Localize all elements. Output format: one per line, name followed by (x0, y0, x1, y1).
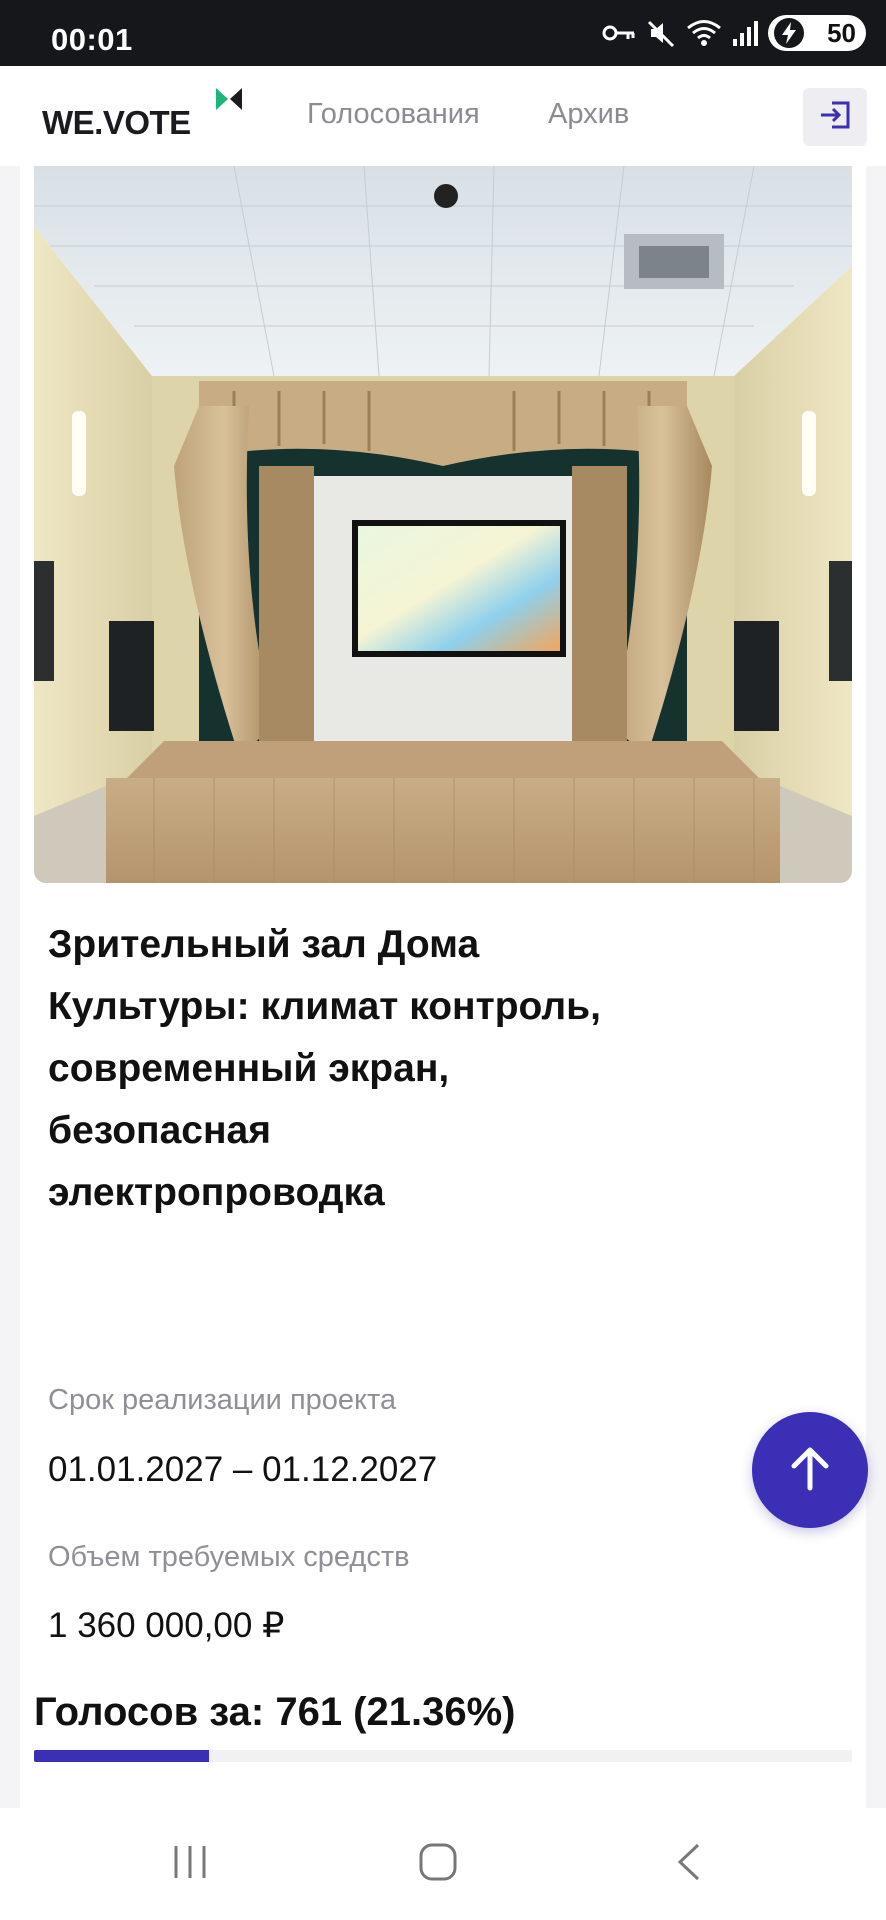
scroll-to-top-button[interactable] (752, 1412, 868, 1528)
back-icon[interactable] (670, 1842, 710, 1887)
arrow-up-icon (788, 1444, 832, 1497)
mute-icon (646, 18, 676, 48)
logo[interactable]: WE.VOTE (42, 104, 191, 142)
signal-icon (732, 19, 758, 47)
wifi-icon (686, 18, 722, 48)
app-header: WE.VOTE Голосования Архив (0, 66, 886, 166)
nav-votes-link[interactable]: Голосования (307, 98, 480, 131)
votes-progress-fill (34, 1750, 209, 1762)
status-bar: 00:01 50 (0, 0, 886, 66)
battery-level: 50 (827, 17, 856, 48)
home-icon[interactable] (418, 1842, 458, 1887)
votes-progress-bar (34, 1750, 852, 1762)
login-icon (818, 99, 852, 136)
charging-bolt-icon (774, 18, 804, 48)
project-title: Зрительный зал Дома Культуры: климат кон… (48, 923, 601, 1214)
period-value: 01.01.2027 – 01.12.2027 (48, 1450, 438, 1489)
budget-value: 1 360 000,00 ₽ (48, 1606, 285, 1645)
project-image (34, 166, 852, 883)
votes-count: Голосов за: 761 (21.36%) (34, 1690, 516, 1734)
logo-mark-icon (216, 88, 242, 115)
project-card: Зрительный зал Дома Культуры: климат кон… (20, 166, 866, 1808)
period-label: Срок реализации проекта (48, 1384, 397, 1416)
recents-icon[interactable] (170, 1842, 210, 1887)
budget-label: Объем требуемых средств (48, 1541, 410, 1573)
status-icons: 50 (602, 14, 866, 52)
login-button[interactable] (803, 88, 867, 146)
nav-archive-link[interactable]: Архив (548, 98, 629, 131)
battery-indicator: 50 (768, 15, 866, 51)
key-icon (602, 22, 636, 44)
status-time: 00:01 (51, 22, 133, 57)
system-nav-bar (0, 1808, 886, 1920)
